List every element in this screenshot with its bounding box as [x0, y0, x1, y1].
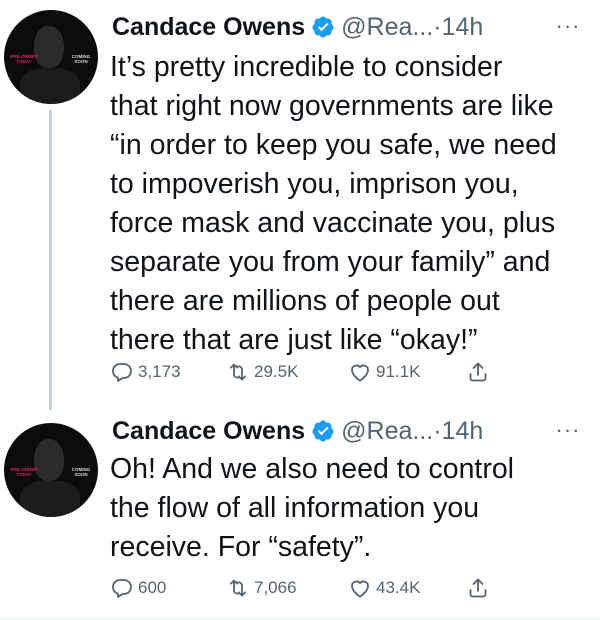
tweet-timestamp[interactable]: 14h	[442, 13, 484, 42]
like-count: 43.4K	[376, 578, 421, 597]
share-icon	[469, 578, 487, 598]
author-name[interactable]: Candace Owens	[112, 417, 305, 446]
like-button[interactable]: 43.4K	[348, 574, 420, 602]
avatar[interactable]: PRE-ORDER TODAY COMING SOON	[4, 10, 98, 104]
author-name[interactable]: Candace Owens	[112, 13, 305, 42]
avatar-tag-right: COMING SOON	[71, 467, 91, 477]
avatar-shoulders	[20, 68, 80, 104]
reply-icon	[112, 363, 132, 382]
separator-dot: ·	[433, 12, 442, 41]
avatar-tag-left: PRE-ORDER TODAY	[10, 467, 38, 477]
tweet-header: Candace Owens @Rea... · 14h	[112, 12, 483, 42]
reply-button[interactable]: 600	[110, 574, 166, 602]
tweet-text: It’s pretty incredible to consider that …	[110, 51, 557, 356]
tweet[interactable]: PRE-ORDER TODAY COMING SOON Candace Owen…	[0, 0, 600, 414]
thread-line	[49, 110, 52, 410]
retweet-icon	[230, 579, 246, 597]
avatar-face	[34, 439, 64, 481]
reply-icon	[112, 579, 132, 598]
avatar-tag-right: COMING SOON	[71, 54, 91, 64]
like-count: 91.1K	[376, 362, 421, 381]
like-button[interactable]: 91.1K	[348, 358, 420, 386]
tweet[interactable]: PRE-ORDER TODAY COMING SOON Candace Owen…	[0, 414, 600, 620]
tweet-text: Oh! And we also need to control the flow…	[110, 453, 515, 563]
more-icon[interactable]: ···	[554, 419, 582, 442]
tweet-actions: 600 7,066 43.4K	[110, 574, 550, 602]
more-icon[interactable]: ···	[554, 15, 582, 38]
share-icon	[469, 362, 487, 382]
tweet-actions: 3,173 29.5K 91.1K	[110, 358, 550, 386]
retweet-count: 29.5K	[254, 362, 299, 381]
tweet-header: Candace Owens @Rea... · 14h	[112, 416, 483, 446]
share-button[interactable]	[466, 574, 494, 602]
reply-count: 600	[138, 578, 167, 597]
like-icon	[351, 364, 369, 382]
avatar[interactable]: PRE-ORDER TODAY COMING SOON	[4, 423, 98, 517]
avatar-shoulders	[20, 481, 80, 517]
retweet-button[interactable]: 7,066	[226, 574, 297, 602]
separator-dot: ·	[433, 416, 442, 445]
retweet-icon	[230, 363, 246, 381]
retweet-button[interactable]: 29.5K	[226, 358, 298, 386]
verified-badge-icon	[312, 16, 334, 38]
author-handle[interactable]: @Rea...	[341, 13, 433, 42]
like-icon	[351, 580, 369, 598]
reply-count: 3,173	[138, 362, 181, 381]
retweet-count: 7,066	[254, 578, 297, 597]
share-button[interactable]	[466, 358, 494, 386]
reply-button[interactable]: 3,173	[110, 358, 181, 386]
verified-badge-icon	[312, 420, 334, 442]
author-handle[interactable]: @Rea...	[341, 417, 433, 446]
tweet-timestamp[interactable]: 14h	[442, 417, 484, 446]
avatar-tag-left: PRE-ORDER TODAY	[10, 54, 38, 64]
avatar-face	[34, 26, 64, 68]
